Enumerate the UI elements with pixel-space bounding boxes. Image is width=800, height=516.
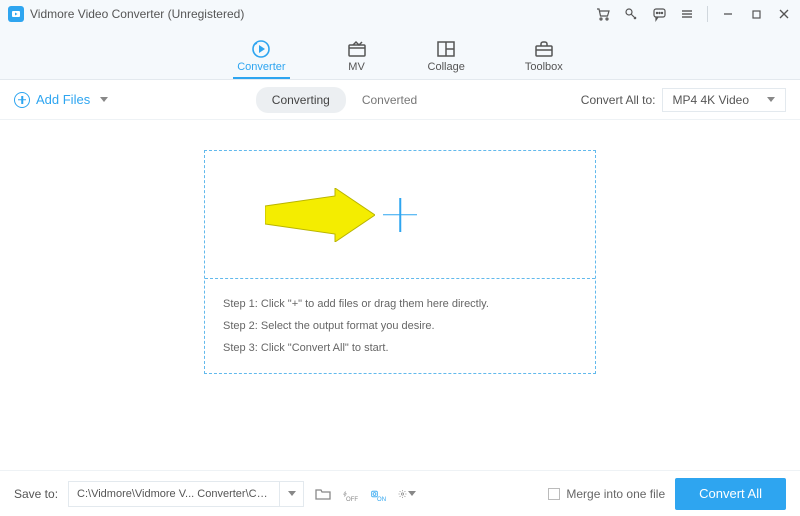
chevron-down-icon — [100, 97, 108, 102]
tab-collage[interactable]: Collage — [428, 39, 465, 79]
main-area: Step 1: Click "+" to add files or drag t… — [0, 120, 800, 478]
tab-label: Converter — [237, 61, 285, 73]
step-3: Step 3: Click "Convert All" to start. — [223, 337, 577, 359]
annotation-arrow — [265, 188, 375, 242]
tab-toolbox[interactable]: Toolbox — [525, 39, 563, 79]
tab-label: MV — [348, 61, 365, 73]
tab-label: Collage — [428, 61, 465, 73]
dropzone-steps: Step 1: Click "+" to add files or drag t… — [205, 279, 595, 373]
save-path-select[interactable]: C:\Vidmore\Vidmore V... Converter\Conver… — [68, 481, 304, 507]
format-selected: MP4 4K Video — [673, 93, 750, 107]
save-path: C:\Vidmore\Vidmore V... Converter\Conver… — [69, 488, 279, 500]
open-folder-icon[interactable] — [314, 485, 332, 503]
convert-all-button[interactable]: Convert All — [675, 478, 786, 510]
tab-mv[interactable]: MV — [346, 39, 368, 79]
merge-checkbox[interactable]: Merge into one file — [548, 487, 665, 501]
save-to-label: Save to: — [14, 487, 58, 501]
toolbar: Add Files Converting Converted Convert A… — [0, 80, 800, 120]
status-segment: Converting Converted — [256, 87, 433, 113]
high-speed-icon[interactable]: ON — [370, 485, 388, 503]
minimize-icon[interactable] — [720, 6, 736, 22]
main-tabs: Converter MV Collage Toolbox — [0, 28, 800, 80]
feedback-icon[interactable] — [651, 6, 667, 22]
close-icon[interactable] — [776, 6, 792, 22]
key-icon[interactable] — [623, 6, 639, 22]
format-select[interactable]: MP4 4K Video — [662, 88, 787, 112]
hardware-accel-icon[interactable]: OFF — [342, 485, 360, 503]
add-files-button[interactable]: Add Files — [14, 92, 108, 108]
convert-all-to-label: Convert All to: — [581, 93, 656, 107]
titlebar: Vidmore Video Converter (Unregistered) — [0, 0, 800, 28]
checkbox-icon — [548, 488, 560, 500]
mv-icon — [346, 39, 368, 59]
seg-converting[interactable]: Converting — [256, 87, 346, 113]
menu-icon[interactable] — [679, 6, 695, 22]
converter-icon — [250, 39, 272, 59]
app-title: Vidmore Video Converter (Unregistered) — [30, 7, 595, 21]
plus-circle-icon — [14, 92, 30, 108]
app-logo — [8, 6, 24, 22]
convert-all-to: Convert All to: MP4 4K Video — [581, 88, 786, 112]
add-files-label: Add Files — [36, 92, 90, 107]
dropzone-add-area[interactable] — [205, 151, 595, 279]
collage-icon — [435, 39, 457, 59]
toolbox-icon — [533, 39, 555, 59]
merge-label: Merge into one file — [566, 487, 665, 501]
dropzone: Step 1: Click "+" to add files or drag t… — [204, 150, 596, 374]
settings-icon[interactable] — [398, 485, 416, 503]
save-path-dropdown[interactable] — [279, 482, 303, 506]
chevron-down-icon — [408, 491, 416, 496]
seg-converted[interactable]: Converted — [346, 87, 433, 113]
chevron-down-icon — [767, 97, 775, 102]
step-2: Step 2: Select the output format you des… — [223, 315, 577, 337]
cart-icon[interactable] — [595, 6, 611, 22]
bottombar: Save to: C:\Vidmore\Vidmore V... Convert… — [0, 470, 800, 516]
step-1: Step 1: Click "+" to add files or drag t… — [223, 293, 577, 315]
plus-icon — [383, 198, 417, 232]
chevron-down-icon — [288, 491, 296, 496]
tab-label: Toolbox — [525, 61, 563, 73]
maximize-icon[interactable] — [748, 6, 764, 22]
tab-converter[interactable]: Converter — [237, 39, 285, 79]
